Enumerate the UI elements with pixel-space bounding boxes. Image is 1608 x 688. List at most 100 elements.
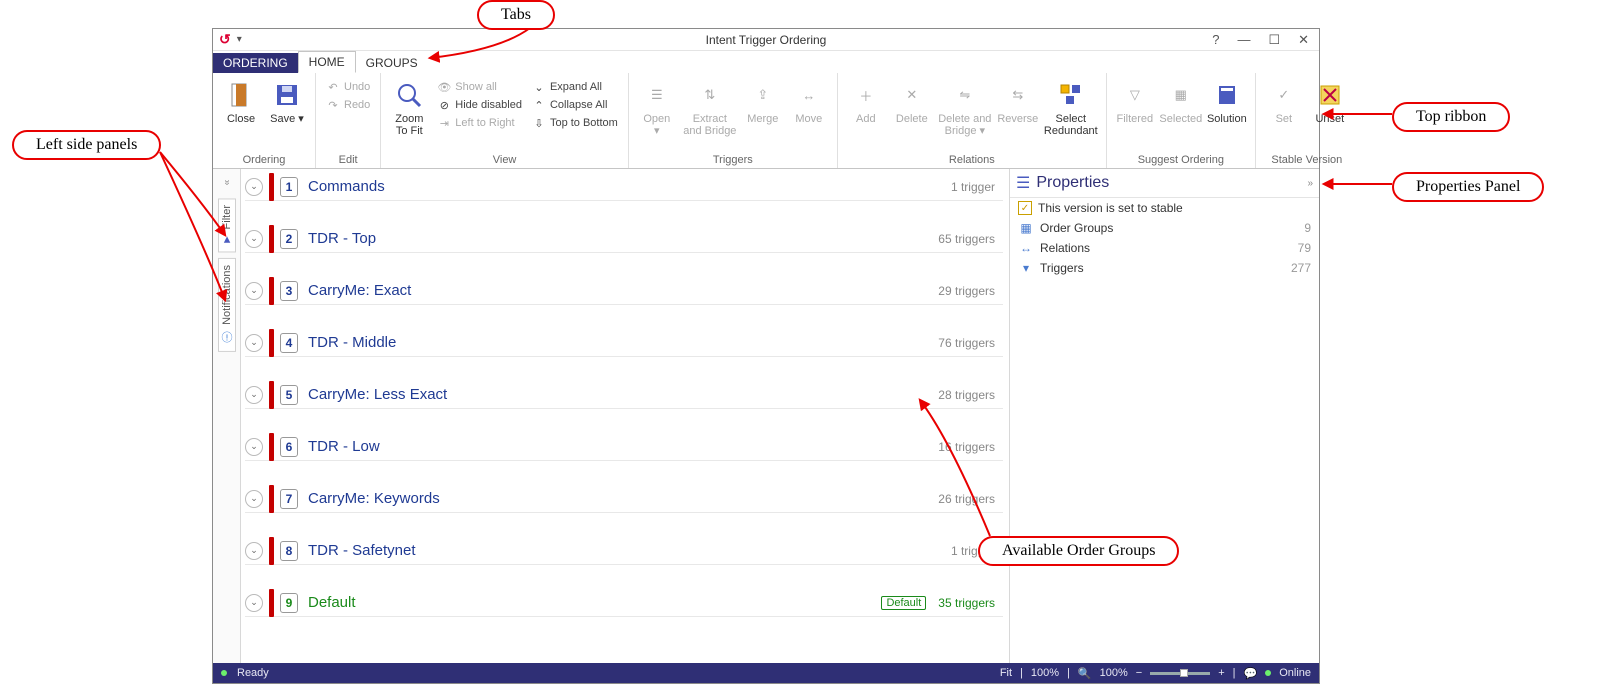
set-stable-button[interactable]: ✓Set	[1262, 77, 1306, 127]
reverse-button[interactable]: ⇆Reverse	[996, 77, 1040, 127]
extract-icon: ⇅	[694, 79, 726, 111]
drag-handle[interactable]	[269, 433, 274, 461]
solution-button[interactable]: Solution	[1205, 77, 1249, 127]
trigger-count: 16 triggers	[938, 440, 995, 454]
order-group-row[interactable]: ⌄9DefaultDefault35 triggers	[245, 589, 1003, 617]
merge-button[interactable]: ⇪Merge	[741, 77, 785, 127]
extract-bridge-button[interactable]: ⇅Extract and Bridge	[681, 77, 739, 139]
order-group-row[interactable]: ⌄4TDR - Middle76 triggers	[245, 329, 1003, 357]
tab-groups[interactable]: GROUPS	[356, 53, 428, 73]
zoom-slider[interactable]	[1150, 672, 1210, 675]
zoom-reset-icon[interactable]: 🔍	[1078, 667, 1092, 680]
ttb-icon: ⇩	[532, 116, 546, 130]
autohide-pin-icon[interactable]: »	[1307, 178, 1313, 189]
merge-icon: ⇪	[747, 79, 779, 111]
move-button[interactable]: ↔Move	[787, 77, 831, 127]
status-fit[interactable]: Fit	[1000, 667, 1012, 679]
group-index: 9	[280, 593, 298, 613]
zoom-out-icon[interactable]: −	[1136, 667, 1142, 679]
open-button[interactable]: ☰Open▾	[635, 77, 679, 139]
ribbon-group-stable: ✓Set Unset Stable Version	[1256, 73, 1358, 168]
collapse-toggle-icon[interactable]: ⌄	[245, 282, 263, 300]
property-row[interactable]: ▦Order Groups9	[1010, 218, 1319, 238]
drag-handle[interactable]	[269, 225, 274, 253]
tab-home[interactable]: HOME	[298, 51, 356, 73]
properties-icon: ☰	[1016, 173, 1030, 193]
redo-button[interactable]: ↷Redo	[324, 97, 372, 113]
group-index: 3	[280, 281, 298, 301]
maximize-button[interactable]: ☐	[1268, 32, 1280, 48]
delete-button[interactable]: ✕Delete	[890, 77, 934, 127]
drag-handle[interactable]	[269, 589, 274, 617]
ribbon-tabstrip: ORDERING HOME GROUPS	[213, 51, 1319, 73]
unset-icon	[1314, 79, 1346, 111]
delete-bridge-button[interactable]: ⇋Delete and Bridge ▾	[936, 77, 994, 139]
order-group-row[interactable]: ⌄6TDR - Low16 triggers	[245, 433, 1003, 461]
group-index: 1	[280, 177, 298, 197]
collapse-all-button[interactable]: ⌃Collapse All	[530, 97, 620, 113]
close-button[interactable]: Close	[219, 77, 263, 127]
show-all-button[interactable]: 👁Show all	[435, 79, 524, 95]
default-badge: Default	[881, 596, 926, 610]
zoom-to-fit-button[interactable]: Zoom To Fit	[387, 77, 431, 139]
close-window-button[interactable]: ✕	[1298, 32, 1309, 48]
collapse-toggle-icon[interactable]: ⌄	[245, 178, 263, 196]
collapse-toggle-icon[interactable]: ⌄	[245, 438, 263, 456]
hide-disabled-button[interactable]: ⊘Hide disabled	[435, 97, 524, 113]
drag-handle[interactable]	[269, 329, 274, 357]
left-to-right-button[interactable]: ⇥Left to Right	[435, 115, 524, 131]
save-button[interactable]: Save ▾	[265, 77, 309, 127]
top-to-bottom-button[interactable]: ⇩Top to Bottom	[530, 115, 620, 131]
filtered-button[interactable]: ▽Filtered	[1113, 77, 1157, 127]
select-redundant-button[interactable]: Select Redundant	[1042, 77, 1100, 139]
minimize-button[interactable]: —	[1237, 32, 1250, 48]
add-button[interactable]: ＋Add	[844, 77, 888, 127]
group-name: Default	[304, 594, 356, 611]
drag-handle[interactable]	[269, 485, 274, 513]
qat-dropdown-icon[interactable]: ▾	[237, 34, 242, 45]
property-row[interactable]: ▾Triggers277	[1010, 258, 1319, 278]
annotation-top-ribbon: Top ribbon	[1392, 102, 1510, 132]
drag-handle[interactable]	[269, 537, 274, 565]
order-group-row[interactable]: ⌄2TDR - Top65 triggers	[245, 225, 1003, 253]
chat-icon[interactable]: 💬	[1244, 667, 1258, 680]
unset-stable-button[interactable]: Unset	[1308, 77, 1352, 127]
notifications-panel-tab[interactable]: ⓘNotifications	[218, 258, 236, 352]
selected-button[interactable]: ▦Selected	[1159, 77, 1203, 127]
chevron-up-icon: ⌃	[532, 98, 546, 112]
drag-handle[interactable]	[269, 173, 274, 201]
group-name: CarryMe: Keywords	[304, 490, 440, 507]
hierarchy-icon: ☰	[641, 79, 673, 111]
property-row[interactable]: ↔Relations79	[1010, 238, 1319, 258]
order-group-row[interactable]: ⌄3CarryMe: Exact29 triggers	[245, 277, 1003, 305]
collapse-toggle-icon[interactable]: ⌄	[245, 594, 263, 612]
annotation-properties-panel: Properties Panel	[1392, 172, 1544, 202]
filter-panel-tab[interactable]: ▼Filter	[218, 198, 236, 252]
order-group-row[interactable]: ⌄5CarryMe: Less Exact28 triggers	[245, 381, 1003, 409]
drag-handle[interactable]	[269, 277, 274, 305]
order-group-row[interactable]: ⌄1Commands1 trigger	[245, 173, 1003, 201]
rail-expand-icon[interactable]: »	[221, 180, 232, 186]
move-icon: ↔	[793, 79, 825, 111]
zoom-in-icon[interactable]: +	[1218, 667, 1224, 679]
info-icon: ⓘ	[221, 329, 232, 345]
funnel-icon: ▼	[221, 233, 232, 245]
status-dot-icon	[221, 670, 227, 676]
collapse-toggle-icon[interactable]: ⌄	[245, 386, 263, 404]
collapse-toggle-icon[interactable]: ⌄	[245, 490, 263, 508]
order-group-row[interactable]: ⌄7CarryMe: Keywords26 triggers	[245, 485, 1003, 513]
collapse-toggle-icon[interactable]: ⌄	[245, 542, 263, 560]
order-group-row[interactable]: ⌄8TDR - Safetynet1 trigger	[245, 537, 1003, 565]
tab-file-ordering[interactable]: ORDERING	[213, 53, 298, 73]
collapse-toggle-icon[interactable]: ⌄	[245, 334, 263, 352]
collapse-toggle-icon[interactable]: ⌄	[245, 230, 263, 248]
annotation-order-groups: Available Order Groups	[978, 536, 1179, 566]
check-icon: ✓	[1268, 79, 1300, 111]
expand-all-button[interactable]: ⌄Expand All	[530, 79, 620, 95]
eye-off-icon: ⊘	[437, 98, 451, 112]
annotation-left-panels: Left side panels	[12, 130, 161, 160]
drag-handle[interactable]	[269, 381, 274, 409]
help-button[interactable]: ?	[1212, 32, 1219, 48]
undo-button[interactable]: ↶Undo	[324, 79, 372, 95]
door-icon	[225, 79, 257, 111]
